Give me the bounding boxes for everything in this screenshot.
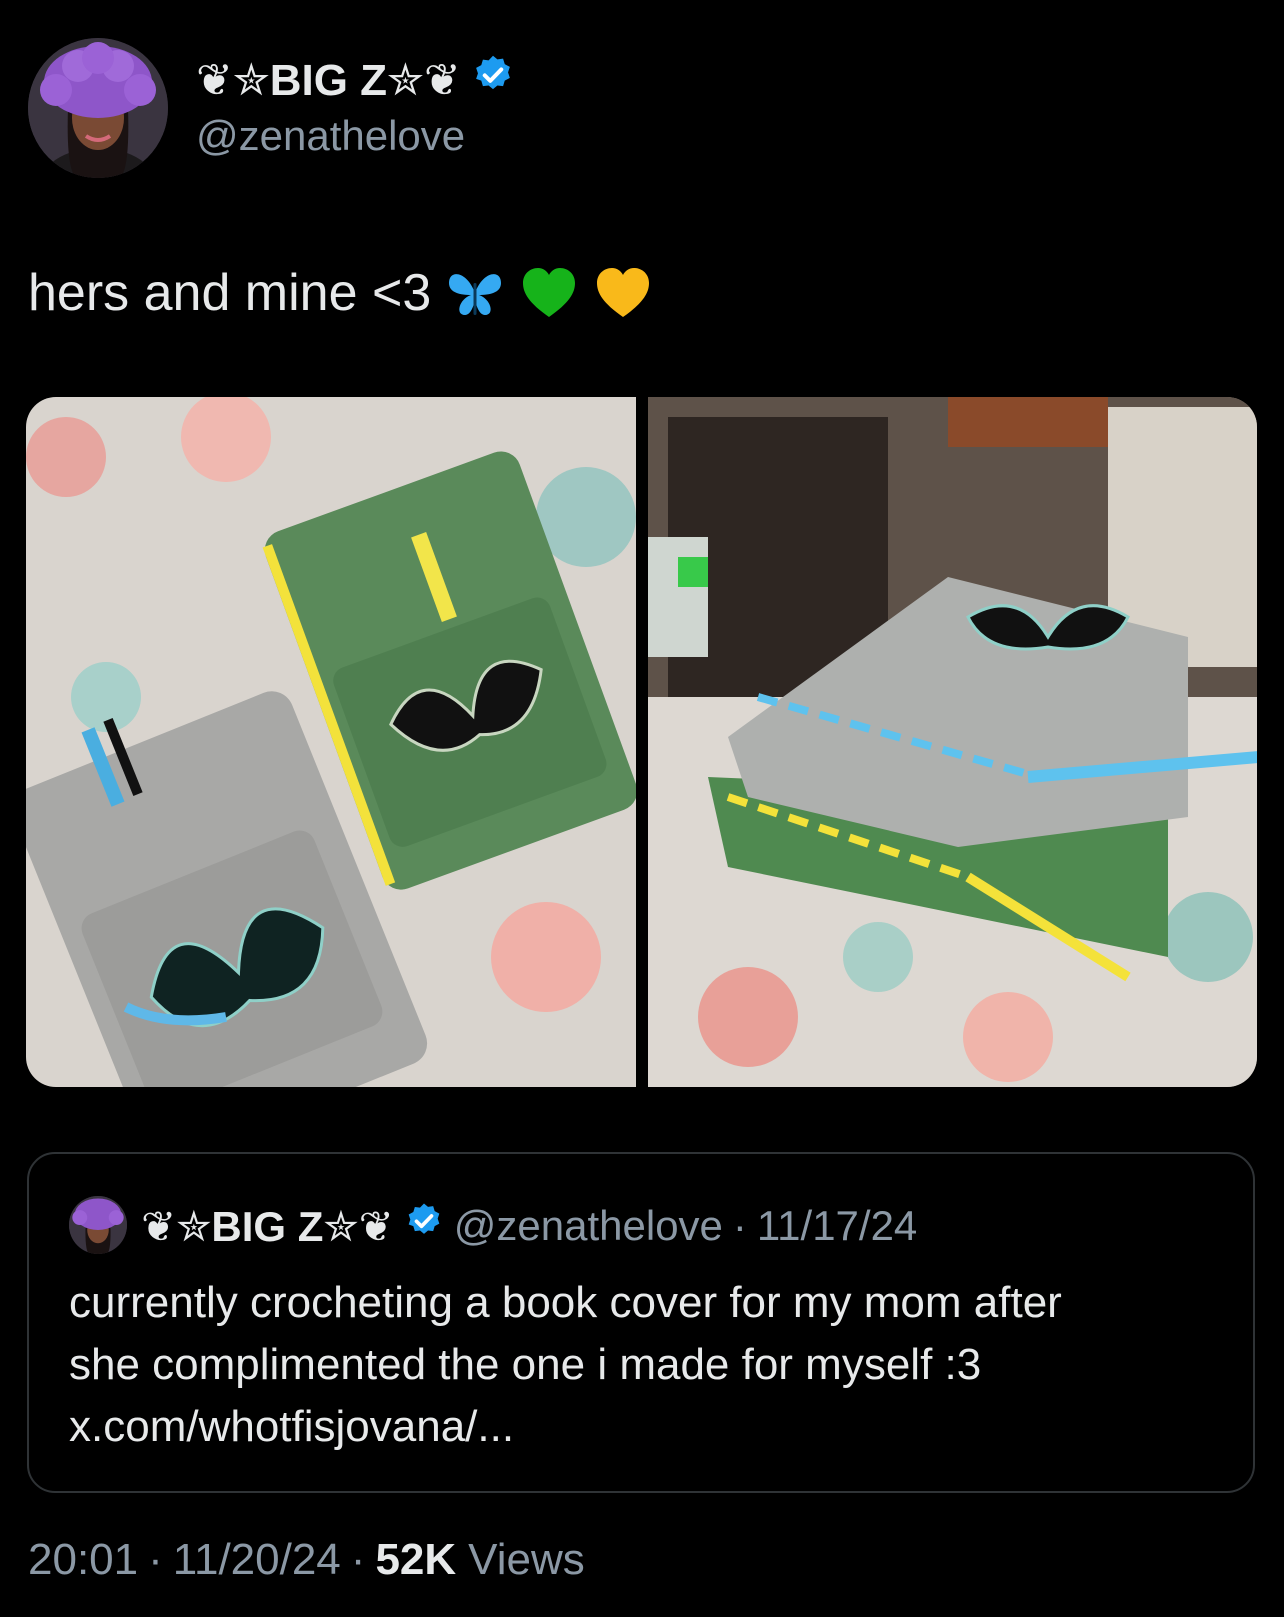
avatar-image (28, 38, 168, 178)
quoted-link[interactable]: x.com/whotfisjovana/... (69, 1396, 1209, 1458)
author-name-row[interactable]: ❦✮BIG Z✮❦ (196, 52, 515, 108)
quoted-tweet-text: currently crocheting a book cover for my… (69, 1272, 1209, 1458)
yellow-heart-icon (593, 263, 653, 323)
crochet-book-covers-stacked-photo-icon (647, 397, 1257, 1087)
views-count: 52K (375, 1535, 457, 1584)
quoted-header: ❦✮BIG Z✮❦ @zenathelove · 11/17/24 (141, 1198, 917, 1254)
verified-badge-icon (404, 1201, 444, 1251)
quoted-separator: · (732, 1202, 747, 1249)
tweet-meta-footer: 20:01 · 11/20/24 · 52K Views (28, 1530, 585, 1590)
verified-badge-icon (471, 53, 515, 108)
media-photo-1[interactable] (26, 397, 636, 1087)
footer-separator: · (350, 1535, 366, 1584)
green-heart-icon (519, 263, 579, 323)
author-avatar[interactable] (28, 38, 168, 178)
blue-butterfly-icon (445, 263, 505, 323)
quoted-date[interactable]: 11/17/24 (757, 1202, 917, 1250)
footer-separator: · (148, 1535, 163, 1584)
quoted-display-name[interactable]: ❦✮BIG Z✮❦ (141, 1202, 394, 1251)
views-label: Views (468, 1535, 585, 1584)
author-display-name[interactable]: ❦✮BIG Z✮❦ (196, 55, 461, 106)
quoted-author-avatar[interactable] (69, 1196, 127, 1254)
author-handle[interactable]: @zenathelove (196, 112, 465, 160)
tweet-date[interactable]: 11/20/24 (173, 1535, 341, 1585)
crochet-book-covers-flat-photo-icon (26, 397, 636, 1087)
avatar-image (69, 1196, 127, 1254)
tweet-media[interactable] (26, 397, 1257, 1087)
tweet-body: hers and mine <3 (28, 264, 432, 322)
quoted-text-line: currently crocheting a book cover for my… (69, 1278, 1062, 1327)
quoted-tweet-card[interactable]: ❦✮BIG Z✮❦ @zenathelove · 11/17/24 curren… (27, 1152, 1255, 1493)
tweet-text: hers and mine <3 (28, 258, 653, 328)
tweet-time[interactable]: 20:01 (28, 1535, 138, 1585)
quoted-text-line: she complimented the one i made for myse… (69, 1340, 982, 1389)
media-photo-2[interactable] (647, 397, 1257, 1087)
quoted-handle[interactable]: @zenathelove (454, 1202, 723, 1250)
